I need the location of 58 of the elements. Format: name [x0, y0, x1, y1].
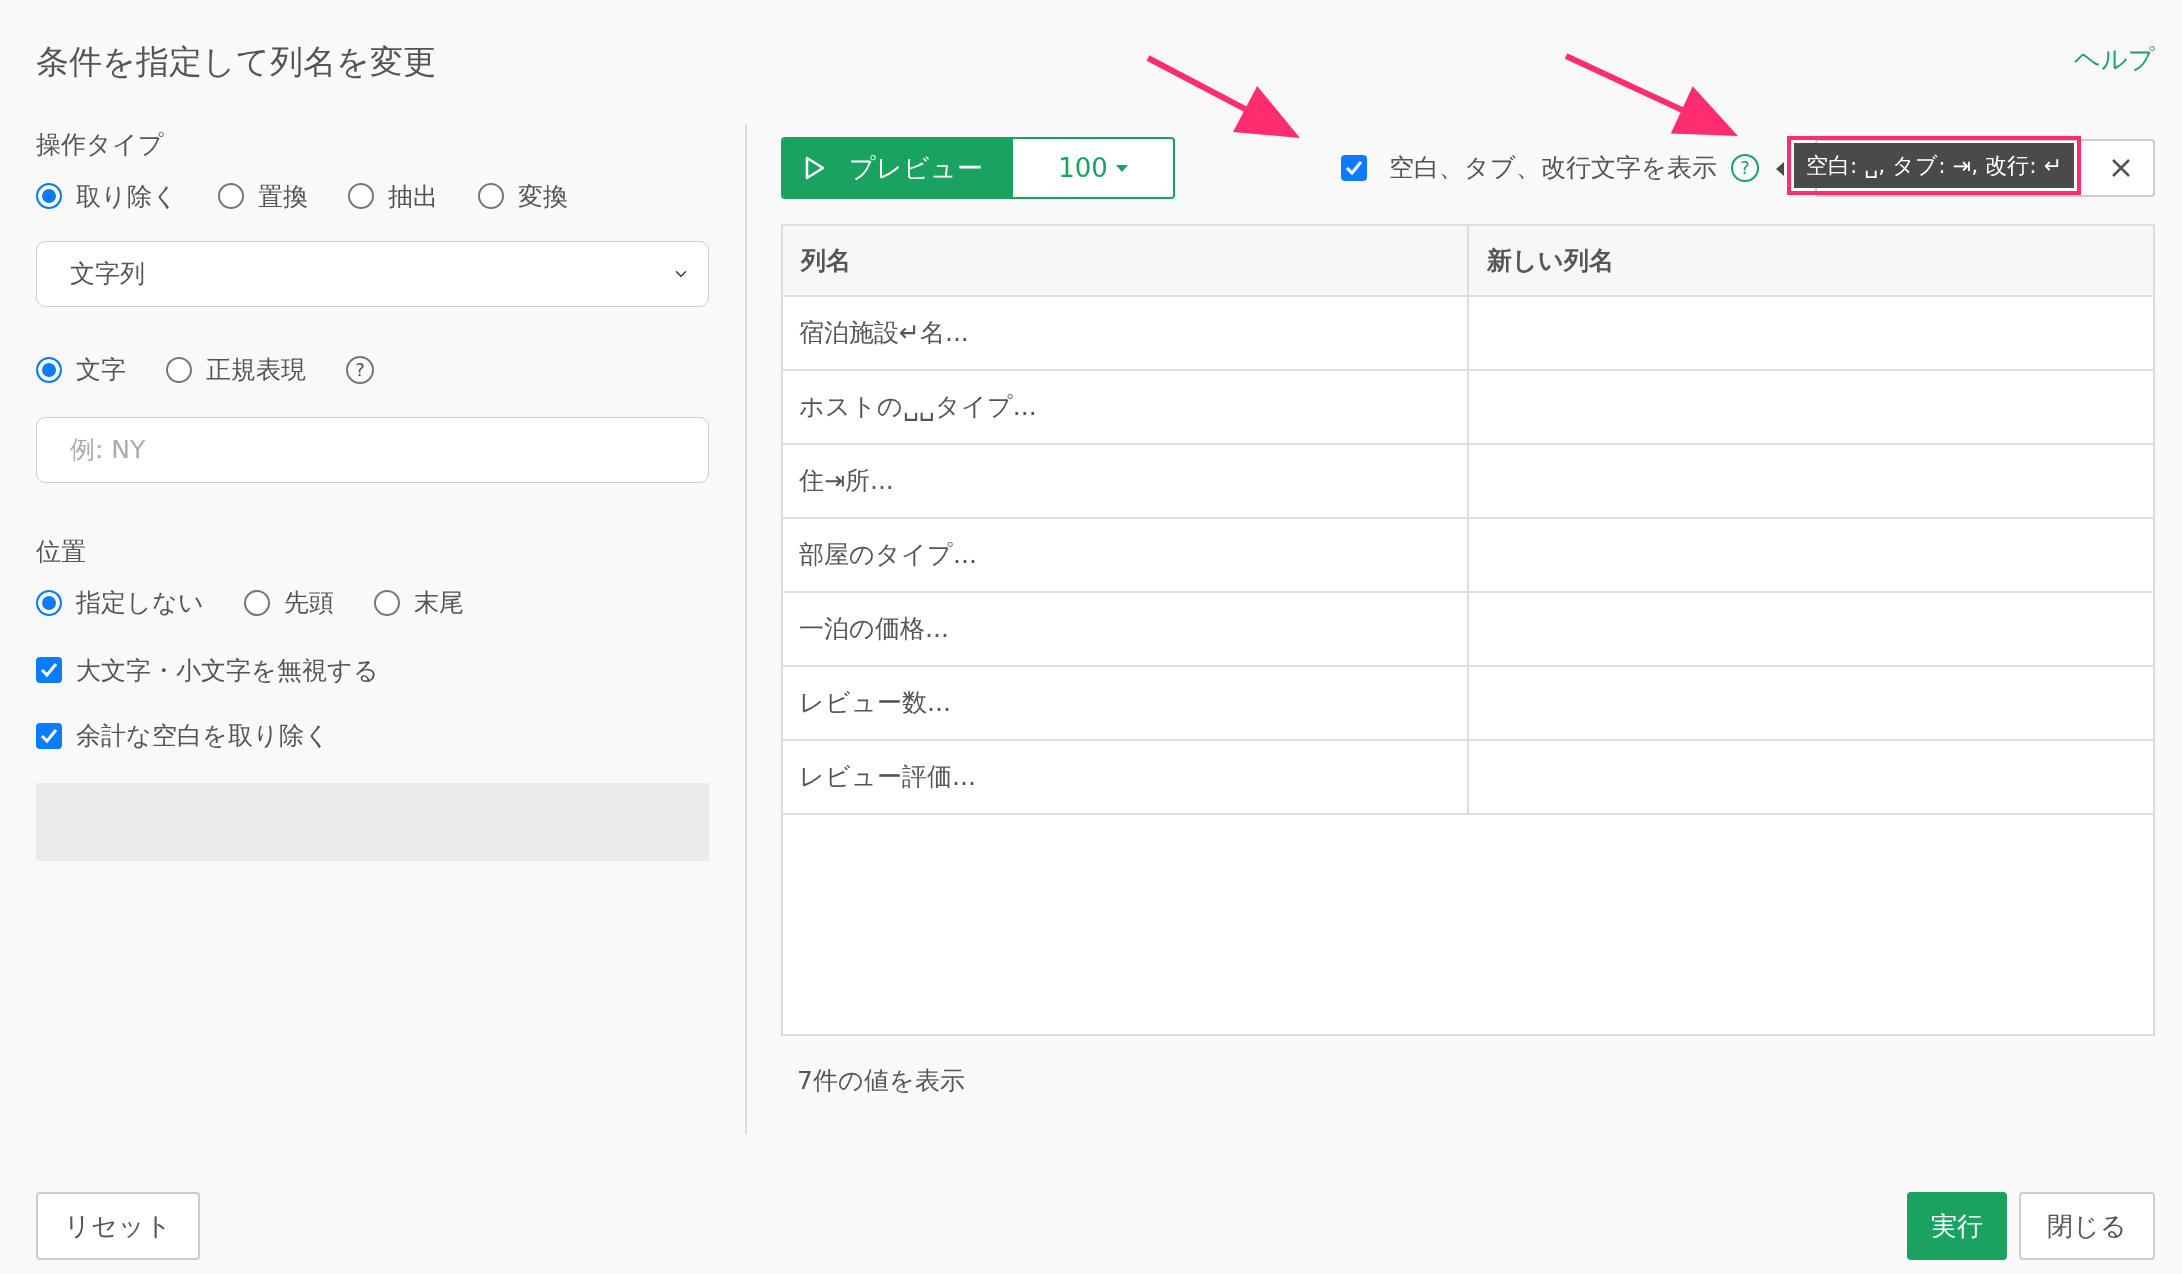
radio-option[interactable]: 変換 [478, 177, 568, 215]
radio-button[interactable] [244, 589, 270, 616]
radio-label[interactable]: 指定しない [76, 584, 204, 622]
radio-option[interactable]: 末尾 [374, 584, 464, 622]
radio-button[interactable] [36, 589, 62, 616]
section-label: 操作タイプ [36, 129, 164, 161]
radio-option[interactable]: 指定しない [36, 584, 204, 622]
radio-option[interactable]: 置換 [218, 177, 308, 215]
radio-button[interactable] [478, 183, 504, 210]
radio-option[interactable]: 先頭 [244, 584, 334, 622]
radio-label[interactable]: 文字 [76, 351, 126, 389]
table-cell: 部屋のタイプ... [783, 518, 1468, 592]
checkbox-label[interactable]: 空白、タブ、改行文字を表示 [1389, 149, 1717, 187]
pattern-field[interactable]: 例: NY [36, 416, 709, 483]
radio-button[interactable] [218, 183, 244, 210]
radio-label[interactable]: 末尾 [414, 584, 464, 622]
radio-button[interactable] [166, 356, 192, 383]
column-header: 列名 [783, 226, 1468, 296]
checkbox[interactable] [36, 657, 62, 684]
radio-label[interactable]: 正規表現 [206, 351, 306, 389]
table-cell: 住⇥所... [783, 444, 1468, 518]
table-cell: レビュー評価... [783, 740, 1468, 814]
radio-label[interactable]: 置換 [258, 177, 308, 215]
play-icon [805, 156, 825, 180]
radio-label[interactable]: 変換 [518, 177, 568, 215]
radio-option[interactable]: 取り除く [36, 177, 178, 215]
section-label: 位置 [36, 535, 86, 568]
dialog-title: 条件を指定して列名を変更 [36, 41, 436, 84]
radio-button[interactable] [36, 356, 62, 383]
summary-text: 7件の値を表示 [797, 1065, 966, 1097]
help-icon[interactable]: ? [346, 355, 374, 384]
table-cell: ホストの␣␣タイプ... [783, 370, 1468, 444]
radio-option[interactable]: 文字 [36, 351, 126, 389]
close-button[interactable]: 閉じる [2019, 1192, 2155, 1260]
checkbox-label[interactable]: 大文字・小文字を無視する [76, 651, 379, 689]
radio-option[interactable]: 正規表現 [166, 351, 306, 389]
table-cell: 宿泊施設↵名... [783, 296, 1468, 370]
table-cell: レビュー数... [783, 666, 1468, 740]
checkbox[interactable] [36, 722, 62, 749]
close-icon[interactable] [2111, 158, 2131, 178]
checkmark-icon [1345, 160, 1363, 176]
checkmark-icon [40, 727, 58, 744]
radio-button[interactable] [374, 589, 400, 616]
type-select[interactable]: 文字列 [36, 241, 709, 307]
checkmark-icon [40, 662, 58, 679]
tooltip-pointer-icon [1776, 162, 1784, 176]
radio-label[interactable]: 抽出 [388, 177, 438, 215]
caret-icon [1115, 164, 1128, 172]
table-cell: 一泊の価格... [783, 592, 1468, 666]
radio-button[interactable] [36, 183, 62, 210]
checkbox[interactable] [1341, 155, 1367, 181]
radio-button[interactable] [348, 183, 374, 210]
radio-option[interactable]: 抽出 [348, 177, 438, 215]
radio-label[interactable]: 先頭 [284, 584, 334, 622]
reset-button[interactable]: リセット [36, 1192, 200, 1260]
radio-label[interactable]: 取り除く [76, 177, 178, 215]
checkbox-label[interactable]: 余計な空白を取り除く [76, 717, 330, 755]
column-header: 新しい列名 [1468, 226, 2153, 296]
